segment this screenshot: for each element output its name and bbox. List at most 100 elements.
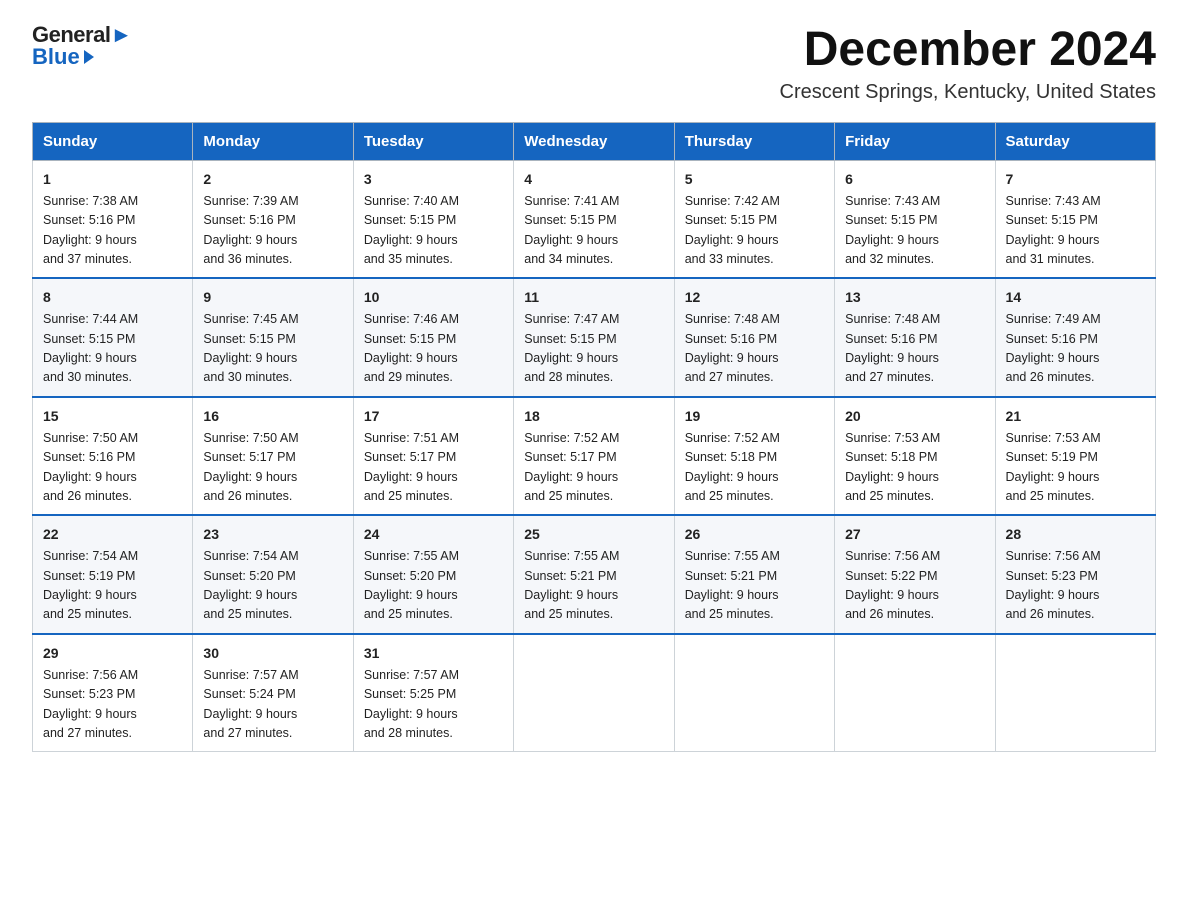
day-info: Sunrise: 7:56 AMSunset: 5:23 PMDaylight:… xyxy=(43,666,182,744)
day-info: Sunrise: 7:41 AMSunset: 5:15 PMDaylight:… xyxy=(524,192,663,270)
day-info: Sunrise: 7:45 AMSunset: 5:15 PMDaylight:… xyxy=(203,310,342,388)
day-info: Sunrise: 7:55 AMSunset: 5:21 PMDaylight:… xyxy=(524,547,663,625)
page-header: General► Blue December 2024 Crescent Spr… xyxy=(32,24,1156,104)
day-info: Sunrise: 7:55 AMSunset: 5:20 PMDaylight:… xyxy=(364,547,503,625)
calendar-cell xyxy=(835,634,995,752)
day-number: 8 xyxy=(43,287,182,308)
day-info: Sunrise: 7:38 AMSunset: 5:16 PMDaylight:… xyxy=(43,192,182,270)
calendar-cell: 12Sunrise: 7:48 AMSunset: 5:16 PMDayligh… xyxy=(674,278,834,397)
logo-blue: Blue xyxy=(32,46,94,68)
day-info: Sunrise: 7:51 AMSunset: 5:17 PMDaylight:… xyxy=(364,429,503,507)
calendar-cell: 2Sunrise: 7:39 AMSunset: 5:16 PMDaylight… xyxy=(193,160,353,278)
day-info: Sunrise: 7:54 AMSunset: 5:20 PMDaylight:… xyxy=(203,547,342,625)
calendar-cell: 18Sunrise: 7:52 AMSunset: 5:17 PMDayligh… xyxy=(514,397,674,516)
day-info: Sunrise: 7:52 AMSunset: 5:18 PMDaylight:… xyxy=(685,429,824,507)
day-info: Sunrise: 7:43 AMSunset: 5:15 PMDaylight:… xyxy=(1006,192,1145,270)
calendar-cell: 21Sunrise: 7:53 AMSunset: 5:19 PMDayligh… xyxy=(995,397,1155,516)
day-info: Sunrise: 7:50 AMSunset: 5:17 PMDaylight:… xyxy=(203,429,342,507)
day-number: 30 xyxy=(203,643,342,664)
day-number: 25 xyxy=(524,524,663,545)
day-info: Sunrise: 7:53 AMSunset: 5:18 PMDaylight:… xyxy=(845,429,984,507)
header-monday: Monday xyxy=(193,122,353,160)
calendar-cell xyxy=(674,634,834,752)
day-number: 20 xyxy=(845,406,984,427)
header-thursday: Thursday xyxy=(674,122,834,160)
day-number: 5 xyxy=(685,169,824,190)
calendar-cell: 10Sunrise: 7:46 AMSunset: 5:15 PMDayligh… xyxy=(353,278,513,397)
day-number: 4 xyxy=(524,169,663,190)
day-number: 13 xyxy=(845,287,984,308)
calendar-cell: 1Sunrise: 7:38 AMSunset: 5:16 PMDaylight… xyxy=(33,160,193,278)
calendar-cell: 9Sunrise: 7:45 AMSunset: 5:15 PMDaylight… xyxy=(193,278,353,397)
day-info: Sunrise: 7:54 AMSunset: 5:19 PMDaylight:… xyxy=(43,547,182,625)
day-number: 3 xyxy=(364,169,503,190)
calendar-cell: 13Sunrise: 7:48 AMSunset: 5:16 PMDayligh… xyxy=(835,278,995,397)
day-info: Sunrise: 7:46 AMSunset: 5:15 PMDaylight:… xyxy=(364,310,503,388)
day-number: 6 xyxy=(845,169,984,190)
day-number: 1 xyxy=(43,169,182,190)
day-number: 27 xyxy=(845,524,984,545)
day-number: 16 xyxy=(203,406,342,427)
day-info: Sunrise: 7:55 AMSunset: 5:21 PMDaylight:… xyxy=(685,547,824,625)
calendar-week-row: 1Sunrise: 7:38 AMSunset: 5:16 PMDaylight… xyxy=(33,160,1156,278)
day-info: Sunrise: 7:47 AMSunset: 5:15 PMDaylight:… xyxy=(524,310,663,388)
day-info: Sunrise: 7:57 AMSunset: 5:24 PMDaylight:… xyxy=(203,666,342,744)
logo: General► Blue xyxy=(32,24,132,68)
day-number: 11 xyxy=(524,287,663,308)
month-title: December 2024 xyxy=(780,24,1156,77)
calendar-week-row: 22Sunrise: 7:54 AMSunset: 5:19 PMDayligh… xyxy=(33,515,1156,634)
location: Crescent Springs, Kentucky, United State… xyxy=(780,81,1156,104)
day-number: 14 xyxy=(1006,287,1145,308)
day-number: 29 xyxy=(43,643,182,664)
calendar-cell xyxy=(514,634,674,752)
day-info: Sunrise: 7:49 AMSunset: 5:16 PMDaylight:… xyxy=(1006,310,1145,388)
day-info: Sunrise: 7:44 AMSunset: 5:15 PMDaylight:… xyxy=(43,310,182,388)
day-number: 28 xyxy=(1006,524,1145,545)
title-block: December 2024 Crescent Springs, Kentucky… xyxy=(780,24,1156,104)
calendar-cell: 24Sunrise: 7:55 AMSunset: 5:20 PMDayligh… xyxy=(353,515,513,634)
day-number: 21 xyxy=(1006,406,1145,427)
calendar-week-row: 29Sunrise: 7:56 AMSunset: 5:23 PMDayligh… xyxy=(33,634,1156,752)
calendar-cell: 27Sunrise: 7:56 AMSunset: 5:22 PMDayligh… xyxy=(835,515,995,634)
day-info: Sunrise: 7:56 AMSunset: 5:23 PMDaylight:… xyxy=(1006,547,1145,625)
calendar-cell: 17Sunrise: 7:51 AMSunset: 5:17 PMDayligh… xyxy=(353,397,513,516)
calendar-week-row: 8Sunrise: 7:44 AMSunset: 5:15 PMDaylight… xyxy=(33,278,1156,397)
calendar-cell: 31Sunrise: 7:57 AMSunset: 5:25 PMDayligh… xyxy=(353,634,513,752)
calendar-cell: 3Sunrise: 7:40 AMSunset: 5:15 PMDaylight… xyxy=(353,160,513,278)
calendar-cell: 20Sunrise: 7:53 AMSunset: 5:18 PMDayligh… xyxy=(835,397,995,516)
header-sunday: Sunday xyxy=(33,122,193,160)
calendar-header-row: SundayMondayTuesdayWednesdayThursdayFrid… xyxy=(33,122,1156,160)
day-number: 23 xyxy=(203,524,342,545)
day-number: 26 xyxy=(685,524,824,545)
day-info: Sunrise: 7:42 AMSunset: 5:15 PMDaylight:… xyxy=(685,192,824,270)
day-number: 24 xyxy=(364,524,503,545)
header-saturday: Saturday xyxy=(995,122,1155,160)
day-number: 17 xyxy=(364,406,503,427)
day-number: 2 xyxy=(203,169,342,190)
calendar-cell: 11Sunrise: 7:47 AMSunset: 5:15 PMDayligh… xyxy=(514,278,674,397)
day-number: 22 xyxy=(43,524,182,545)
calendar-cell: 19Sunrise: 7:52 AMSunset: 5:18 PMDayligh… xyxy=(674,397,834,516)
day-info: Sunrise: 7:48 AMSunset: 5:16 PMDaylight:… xyxy=(685,310,824,388)
calendar-cell: 25Sunrise: 7:55 AMSunset: 5:21 PMDayligh… xyxy=(514,515,674,634)
day-number: 10 xyxy=(364,287,503,308)
day-info: Sunrise: 7:53 AMSunset: 5:19 PMDaylight:… xyxy=(1006,429,1145,507)
calendar-cell: 4Sunrise: 7:41 AMSunset: 5:15 PMDaylight… xyxy=(514,160,674,278)
calendar-cell: 26Sunrise: 7:55 AMSunset: 5:21 PMDayligh… xyxy=(674,515,834,634)
day-info: Sunrise: 7:48 AMSunset: 5:16 PMDaylight:… xyxy=(845,310,984,388)
header-tuesday: Tuesday xyxy=(353,122,513,160)
day-number: 31 xyxy=(364,643,503,664)
calendar-table: SundayMondayTuesdayWednesdayThursdayFrid… xyxy=(32,122,1156,753)
calendar-cell: 8Sunrise: 7:44 AMSunset: 5:15 PMDaylight… xyxy=(33,278,193,397)
day-number: 19 xyxy=(685,406,824,427)
calendar-cell: 16Sunrise: 7:50 AMSunset: 5:17 PMDayligh… xyxy=(193,397,353,516)
calendar-cell: 22Sunrise: 7:54 AMSunset: 5:19 PMDayligh… xyxy=(33,515,193,634)
calendar-cell xyxy=(995,634,1155,752)
calendar-cell: 5Sunrise: 7:42 AMSunset: 5:15 PMDaylight… xyxy=(674,160,834,278)
calendar-week-row: 15Sunrise: 7:50 AMSunset: 5:16 PMDayligh… xyxy=(33,397,1156,516)
day-info: Sunrise: 7:43 AMSunset: 5:15 PMDaylight:… xyxy=(845,192,984,270)
day-number: 9 xyxy=(203,287,342,308)
calendar-cell: 23Sunrise: 7:54 AMSunset: 5:20 PMDayligh… xyxy=(193,515,353,634)
calendar-cell: 7Sunrise: 7:43 AMSunset: 5:15 PMDaylight… xyxy=(995,160,1155,278)
day-number: 18 xyxy=(524,406,663,427)
